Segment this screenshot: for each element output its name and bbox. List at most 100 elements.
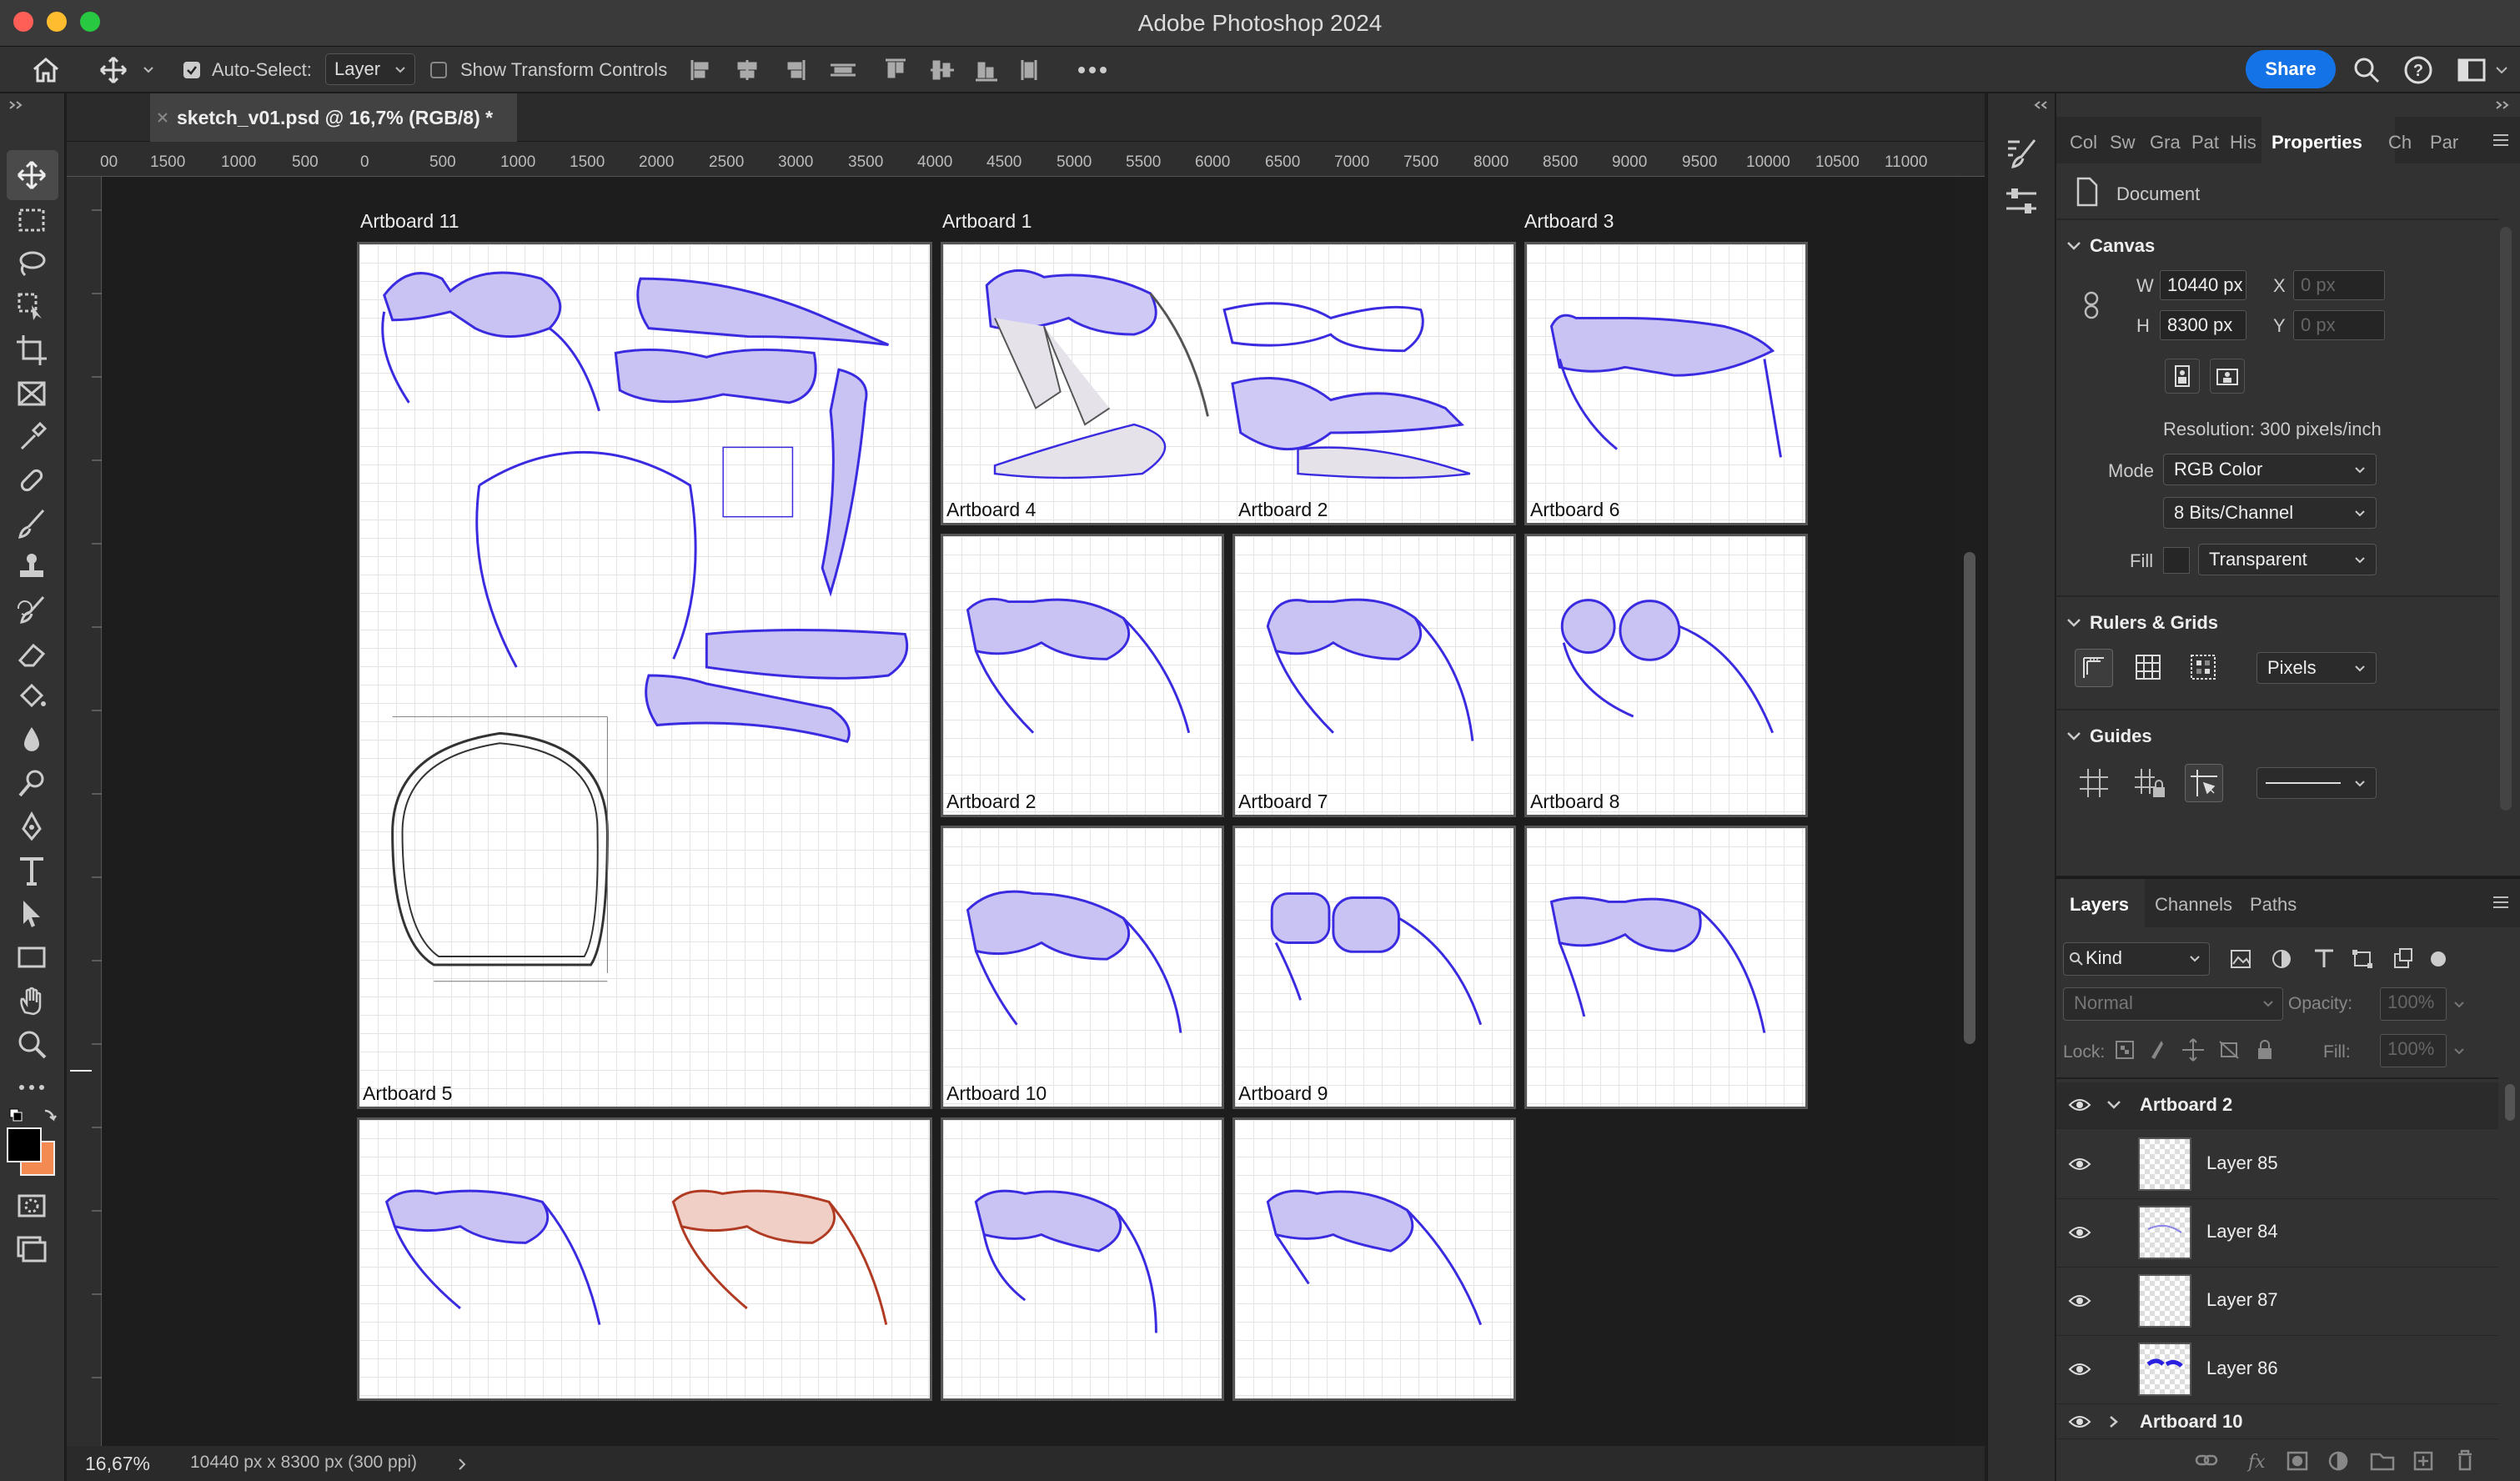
artboard-2[interactable]: Artboard 2 — [941, 534, 1224, 817]
artboard-11[interactable]: Artboard 5 — [357, 242, 932, 1109]
chevron-down-icon[interactable] — [2066, 240, 2081, 252]
grid-toggle[interactable] — [2130, 649, 2168, 687]
type-tool-icon[interactable] — [15, 854, 48, 887]
zoom-tool-icon[interactable] — [15, 1027, 48, 1061]
visibility-eye-icon[interactable] — [2068, 1096, 2091, 1114]
guides-section-title[interactable]: Guides — [2090, 725, 2152, 747]
tab-gradients[interactable]: Gra — [2150, 132, 2181, 153]
dodge-tool-icon[interactable] — [15, 767, 48, 801]
landscape-orientation-button[interactable] — [2210, 359, 2245, 394]
vertical-ruler[interactable] — [67, 177, 102, 1446]
artboard-label[interactable]: Artboard 11 — [360, 210, 459, 233]
move-tool-icon[interactable] — [15, 158, 48, 192]
layer-name[interactable]: Layer 85 — [2206, 1152, 2278, 1174]
document-info[interactable]: 10440 px x 8300 px (300 ppi) — [190, 1453, 417, 1473]
visibility-eye-icon[interactable] — [2068, 1221, 2091, 1244]
tab-patterns[interactable]: Pat — [2191, 132, 2219, 153]
tab-channels[interactable]: Channels — [2155, 894, 2232, 916]
collapse-icon[interactable] — [2495, 100, 2512, 110]
panel-menu-icon[interactable] — [2492, 133, 2510, 147]
artboard-bottom-a[interactable] — [941, 1117, 1224, 1401]
chevron-down-icon[interactable] — [2495, 65, 2508, 77]
layer-name[interactable]: Layer 87 — [2206, 1289, 2278, 1311]
chevron-right-icon[interactable] — [2108, 1414, 2120, 1429]
layer-group-name[interactable]: Artboard 2 — [2140, 1094, 2232, 1116]
tab-swatches[interactable]: Sw — [2110, 132, 2136, 153]
x-field[interactable]: 0 px — [2293, 270, 2385, 300]
pen-tool-icon[interactable] — [15, 811, 48, 844]
layers-scrollbar-thumb[interactable] — [2505, 1084, 2515, 1121]
layer-filter-kind-select[interactable]: Kind — [2063, 942, 2210, 976]
home-icon[interactable] — [30, 55, 62, 85]
tab-color[interactable]: Col — [2070, 132, 2097, 153]
chevron-down-icon[interactable] — [142, 63, 155, 77]
guides-toggle-icon[interactable] — [2075, 764, 2113, 802]
layers-bottom-icons[interactable]: fx — [2190, 1444, 2515, 1478]
tab-history[interactable]: His — [2230, 132, 2256, 153]
zoom-level[interactable]: 16,67% — [85, 1453, 150, 1475]
tab-layers[interactable]: Layers — [2070, 894, 2129, 916]
visibility-eye-icon[interactable] — [2068, 1152, 2091, 1176]
rectangle-tool-icon[interactable] — [15, 941, 48, 974]
tab-properties[interactable]: Properties — [2272, 132, 2362, 153]
artboard-label[interactable]: Artboard 3 — [1524, 210, 1614, 233]
tab-paragraph[interactable]: Par — [2430, 132, 2458, 153]
tab-paths[interactable]: Paths — [2250, 894, 2297, 916]
fill-color-swatch[interactable] — [2163, 547, 2190, 574]
artboard-10[interactable]: Artboard 10 — [941, 826, 1224, 1109]
blur-tool-icon[interactable] — [15, 724, 48, 757]
ruler-toggle[interactable] — [2075, 649, 2113, 687]
object-selection-tool-icon[interactable] — [15, 290, 48, 324]
layer-filter-icons[interactable] — [2223, 946, 2457, 972]
canvas-section-title[interactable]: Canvas — [2090, 235, 2155, 257]
layer-row[interactable]: Layer 84 — [2056, 1199, 2498, 1268]
artboard-8[interactable]: Artboard 8 — [1524, 534, 1808, 817]
workspace-icon[interactable] — [2457, 57, 2487, 83]
chevron-down-icon[interactable] — [2453, 1046, 2465, 1057]
artboard-1[interactable]: Artboard 4 Artboard 2 — [941, 242, 1516, 525]
close-tab-icon[interactable] — [157, 112, 168, 123]
visibility-eye-icon[interactable] — [2068, 1413, 2091, 1431]
foreground-color-swatch[interactable] — [7, 1127, 42, 1162]
edit-toolbar-icon[interactable] — [15, 1071, 48, 1104]
units-select[interactable]: Pixels — [2256, 652, 2377, 684]
layer-group-row[interactable]: Artboard 10 — [2056, 1406, 2498, 1439]
chevron-down-icon[interactable] — [2066, 730, 2081, 742]
pixel-grid-toggle[interactable] — [2185, 649, 2223, 687]
more-options-icon[interactable] — [1077, 62, 1107, 78]
eyedropper-tool-icon[interactable] — [15, 420, 48, 454]
layer-group-row[interactable]: Artboard 2 — [2056, 1082, 2498, 1129]
paint-bucket-tool-icon[interactable] — [15, 680, 48, 714]
history-brush-tool-icon[interactable] — [15, 594, 48, 627]
screen-mode-icon[interactable] — [15, 1232, 48, 1266]
chevron-down-icon[interactable] — [2106, 1099, 2121, 1111]
crop-tool-icon[interactable] — [15, 334, 48, 367]
collapse-icon[interactable] — [8, 100, 25, 110]
layer-name[interactable]: Layer 86 — [2206, 1358, 2278, 1379]
y-field[interactable]: 0 px — [2293, 310, 2385, 340]
search-icon[interactable] — [2352, 55, 2382, 85]
link-icon[interactable] — [2081, 290, 2101, 320]
eraser-tool-icon[interactable] — [15, 637, 48, 670]
chevron-right-icon[interactable] — [457, 1458, 467, 1471]
stamp-tool-icon[interactable] — [15, 550, 48, 584]
tab-character[interactable]: Ch — [2388, 132, 2412, 153]
lasso-tool-icon[interactable] — [15, 247, 48, 280]
healing-brush-tool-icon[interactable] — [15, 464, 48, 497]
hand-tool-icon[interactable] — [15, 984, 48, 1017]
panel-menu-icon[interactable] — [2492, 896, 2510, 909]
width-field[interactable]: 10440 px — [2160, 270, 2246, 300]
artboard-9[interactable]: Artboard 9 — [1232, 826, 1516, 1109]
artboard-colorways[interactable] — [357, 1117, 932, 1401]
show-transform-checkbox[interactable] — [430, 62, 447, 78]
share-button[interactable]: Share — [2246, 50, 2336, 88]
height-field[interactable]: 8300 px — [2160, 310, 2246, 340]
artboard-3[interactable]: Artboard 6 — [1524, 242, 1808, 525]
collapse-icon[interactable] — [2033, 100, 2050, 110]
artboard-unnamed[interactable] — [1524, 826, 1808, 1109]
auto-select-checkbox[interactable] — [183, 62, 200, 78]
visibility-eye-icon[interactable] — [2068, 1358, 2091, 1381]
layer-group-name[interactable]: Artboard 10 — [2140, 1411, 2242, 1433]
frame-tool-icon[interactable] — [15, 377, 48, 410]
brush-tool-icon[interactable] — [15, 507, 48, 540]
